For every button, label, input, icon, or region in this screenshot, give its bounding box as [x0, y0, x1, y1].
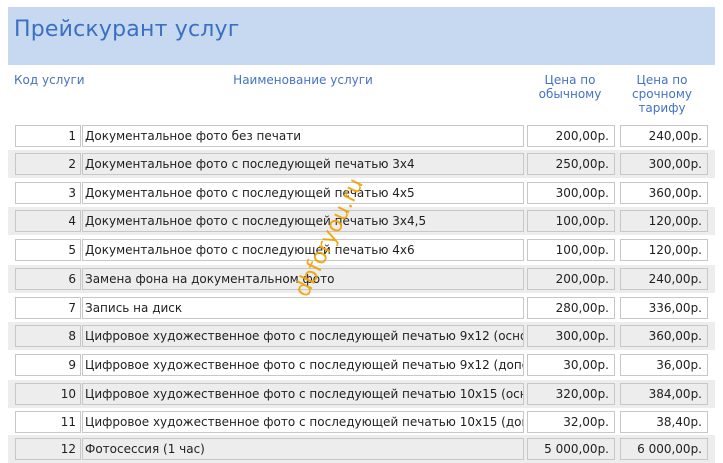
service-name-field[interactable]: Цифровое художественное фото с последующ…: [82, 383, 524, 405]
column-heading-urgent-line: срочному: [632, 87, 692, 101]
urgent-price-field[interactable]: 36,00р.: [620, 354, 708, 376]
service-name-field[interactable]: Документальное фото с последующей печать…: [82, 182, 524, 204]
service-name-field[interactable]: Цифровое художественное фото с последующ…: [82, 354, 524, 376]
service-code-field[interactable]: 4: [15, 210, 81, 232]
column-heading-name: Наименование услуги: [233, 73, 373, 87]
service-name-field[interactable]: Документальное фото с последующей печать…: [82, 239, 524, 261]
column-heading-price: Цена по обычному: [528, 73, 612, 101]
urgent-price-field[interactable]: 240,00р.: [620, 268, 708, 290]
report-header: Прейскурант услуг: [8, 7, 715, 65]
table-row: 5 Документальное фото с последующей печа…: [8, 236, 715, 264]
table-row: 8 Цифровое художественное фото с последу…: [8, 322, 715, 350]
urgent-price-field[interactable]: 6 000,00р.: [620, 438, 708, 460]
column-heading-urgent-price: Цена по срочному тарифу: [620, 73, 704, 115]
service-code-field[interactable]: 7: [15, 297, 81, 319]
column-heading-urgent-line: тарифу: [638, 101, 686, 115]
urgent-price-field[interactable]: 300,00р.: [620, 153, 708, 175]
regular-price-field[interactable]: 5 000,00р.: [527, 438, 615, 460]
service-code-field[interactable]: 10: [15, 383, 81, 405]
service-name-field[interactable]: Запись на диск: [82, 297, 524, 319]
service-code-field[interactable]: 8: [15, 325, 81, 347]
regular-price-field[interactable]: 250,00р.: [527, 153, 615, 175]
column-heading-price-line: обычному: [538, 87, 602, 101]
column-heading-code: Код услуги: [14, 73, 85, 87]
regular-price-field[interactable]: 280,00р.: [527, 297, 615, 319]
regular-price-field[interactable]: 320,00р.: [527, 383, 615, 405]
urgent-price-field[interactable]: 384,00р.: [620, 383, 708, 405]
regular-price-field[interactable]: 32,00р.: [527, 411, 615, 433]
table-row: 7 Запись на диск 280,00р. 336,00р.: [8, 294, 715, 322]
table-row: 12 Фотосессия (1 час) 5 000,00р. 6 000,0…: [8, 435, 715, 463]
service-code-field[interactable]: 2: [15, 153, 81, 175]
table-row: 1 Документальное фото без печати 200,00р…: [8, 122, 715, 150]
table-row: 2 Документальное фото с последующей печа…: [8, 150, 715, 178]
service-code-field[interactable]: 12: [15, 438, 81, 460]
urgent-price-field[interactable]: 360,00р.: [620, 325, 708, 347]
service-name-field[interactable]: Документальное фото без печати: [82, 125, 524, 147]
service-code-field[interactable]: 3: [15, 182, 81, 204]
service-code-field[interactable]: 11: [15, 411, 81, 433]
urgent-price-field[interactable]: 240,00р.: [620, 125, 708, 147]
table-row: 10 Цифровое художественное фото с послед…: [8, 380, 715, 408]
service-name-field[interactable]: Фотосессия (1 час): [82, 438, 524, 460]
regular-price-field[interactable]: 100,00р.: [527, 210, 615, 232]
service-code-field[interactable]: 9: [15, 354, 81, 376]
regular-price-field[interactable]: 30,00р.: [527, 354, 615, 376]
urgent-price-field[interactable]: 38,40р.: [620, 411, 708, 433]
column-heading-price-line: Цена по: [544, 73, 596, 87]
service-code-field[interactable]: 1: [15, 125, 81, 147]
report-title: Прейскурант услуг: [14, 17, 240, 42]
service-name-field[interactable]: Цифровое художественное фото с последующ…: [82, 411, 524, 433]
service-name-field[interactable]: Цифровое художественное фото с последующ…: [82, 325, 524, 347]
urgent-price-field[interactable]: 120,00р.: [620, 210, 708, 232]
service-name-field[interactable]: Документальное фото с последующей печать…: [82, 153, 524, 175]
table-row: 4 Документальное фото с последующей печа…: [8, 207, 715, 235]
regular-price-field[interactable]: 200,00р.: [527, 125, 615, 147]
urgent-price-field[interactable]: 120,00р.: [620, 239, 708, 261]
regular-price-field[interactable]: 100,00р.: [527, 239, 615, 261]
regular-price-field[interactable]: 300,00р.: [527, 182, 615, 204]
service-code-field[interactable]: 5: [15, 239, 81, 261]
regular-price-field[interactable]: 300,00р.: [527, 325, 615, 347]
service-code-field[interactable]: 6: [15, 268, 81, 290]
service-name-field[interactable]: Документальное фото с последующей печать…: [82, 210, 524, 232]
urgent-price-field[interactable]: 336,00р.: [620, 297, 708, 319]
table-row: 9 Цифровое художественное фото с последу…: [8, 351, 715, 379]
urgent-price-field[interactable]: 360,00р.: [620, 182, 708, 204]
regular-price-field[interactable]: 200,00р.: [527, 268, 615, 290]
column-heading-urgent-line: Цена по: [636, 73, 688, 87]
table-row: 6 Замена фона на документальном фото 200…: [8, 265, 715, 293]
table-row: 11 Цифровое художественное фото с послед…: [8, 408, 715, 436]
